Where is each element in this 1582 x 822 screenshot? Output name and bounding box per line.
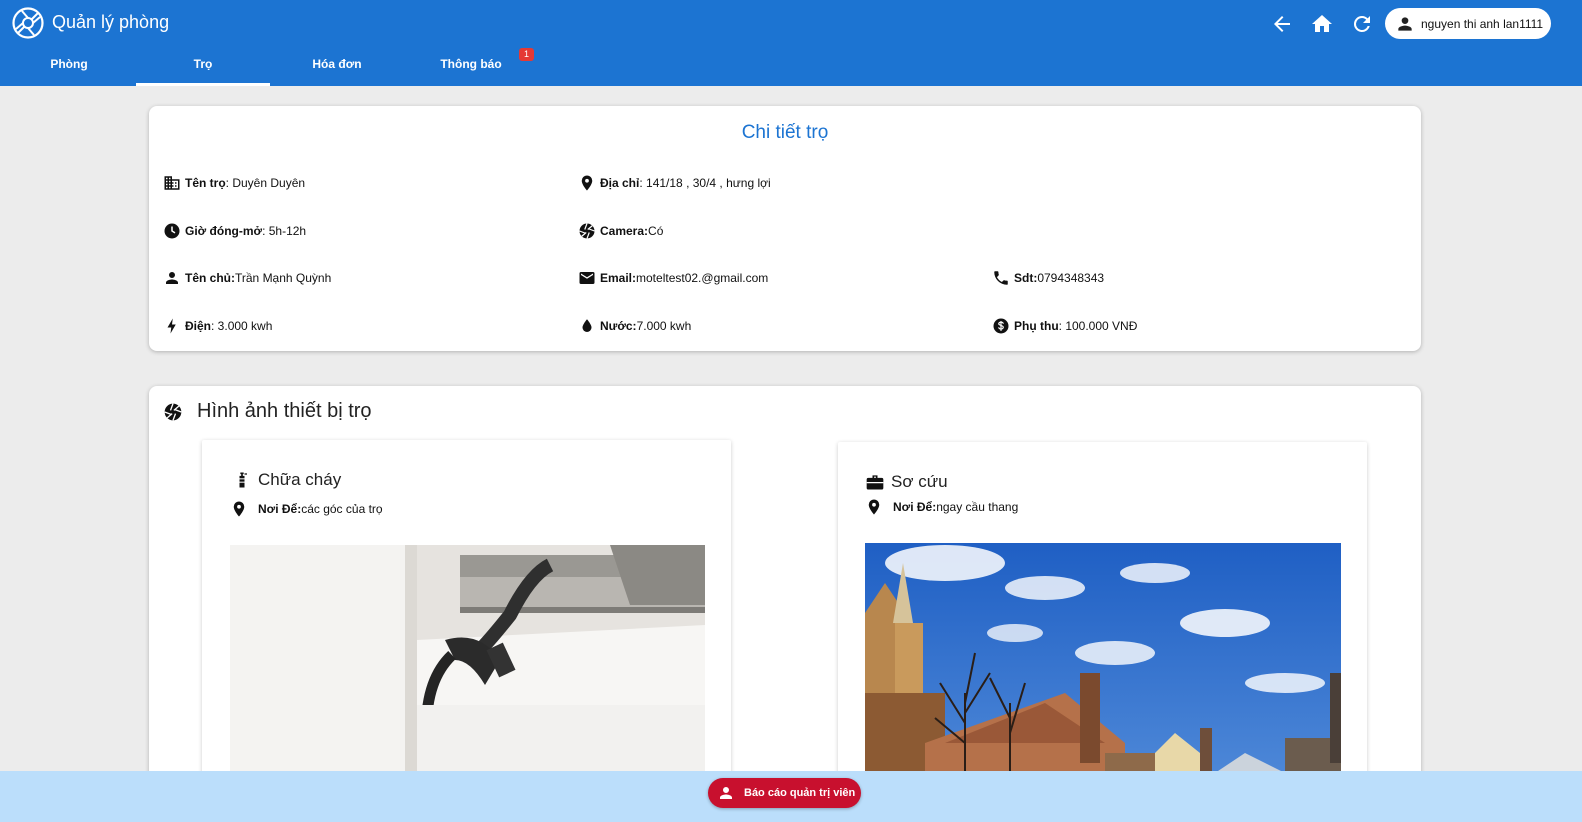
- equipment-card-first-aid: Sơ cứu Nơi Để: ngay cầu thang: [838, 442, 1367, 822]
- field-water: Nước: 7.000 kwh: [578, 317, 691, 335]
- location-pin-icon: [868, 499, 880, 515]
- person-icon: [1398, 16, 1412, 31]
- equipment-location: Nơi Để: ngay cầu thang: [865, 498, 1018, 516]
- tab-thong-bao[interactable]: Thông báo: [404, 50, 538, 86]
- building-icon: [164, 176, 180, 190]
- clock-icon: [164, 223, 180, 239]
- person-icon: [720, 787, 732, 799]
- person-icon: [166, 272, 178, 284]
- field-owner: Tên chủ: Trần Mạnh Quỳnh: [163, 269, 331, 287]
- logo-icon: [12, 7, 44, 39]
- motel-detail-card: Chi tiết trọ Tên trọ: Duyên Duyên Địa ch…: [149, 106, 1421, 351]
- equipment-card-fire-extinguisher: Chữa cháy Nơi Để: các góc của trọ: [202, 440, 731, 822]
- field-surcharge: Phụ thu: 100.000 VNĐ: [992, 317, 1137, 335]
- user-name: nguyen thi anh lan1111: [1421, 16, 1544, 31]
- email-icon: [579, 272, 595, 284]
- detail-title: Chi tiết trọ: [741, 122, 829, 143]
- app-title: Quản lý phòng: [52, 12, 170, 32]
- home-icon[interactable]: [1310, 12, 1334, 36]
- user-menu-button[interactable]: nguyen thi anh lan1111: [1385, 8, 1551, 39]
- camera-shutter-icon: [579, 223, 595, 239]
- camera-shutter-icon: [164, 402, 182, 421]
- refresh-icon[interactable]: [1350, 12, 1374, 36]
- location-pin-icon: [233, 501, 245, 517]
- phone-icon: [994, 271, 1008, 285]
- back-arrow-icon[interactable]: [1270, 12, 1294, 36]
- app-header: Quản lý phòng nguyen thi anh lan1111 Phò…: [0, 0, 1582, 86]
- fire-extinguisher-icon: [239, 472, 247, 488]
- dollar-icon: [993, 318, 1009, 334]
- field-motel-name: Tên trọ: Duyên Duyên: [163, 174, 305, 192]
- first-aid-kit-icon: [866, 475, 884, 490]
- tab-tro[interactable]: Trọ: [136, 50, 270, 86]
- report-admin-button[interactable]: Báo cáo quản trị viên: [708, 778, 861, 808]
- field-address: Địa chỉ: 141/18 , 30/4 , hưng lợi: [578, 174, 771, 192]
- equipment-images-card: Hình ảnh thiết bị trọ Chữa cháy Nơi Để: …: [149, 386, 1421, 822]
- bottom-bar: Báo cáo quản trị viên: [0, 771, 1582, 822]
- water-drop-icon: [582, 319, 592, 332]
- field-camera: Camera: Có: [578, 222, 663, 240]
- notification-badge: 1: [519, 48, 534, 61]
- location-pin-icon: [581, 175, 593, 191]
- field-phone: Sdt: 0794348343: [992, 269, 1104, 287]
- tab-phong[interactable]: Phòng: [2, 50, 136, 86]
- lightning-icon: [167, 318, 176, 334]
- tab-hoa-don[interactable]: Hóa đơn: [270, 50, 404, 86]
- equipment-section-title: Hình ảnh thiết bị trọ: [163, 400, 372, 423]
- field-electric: Điện: 3.000 kwh: [163, 317, 272, 335]
- equipment-name: Chữa cháy: [232, 470, 341, 490]
- field-email: Email: moteltest02.@gmail.com: [578, 269, 768, 287]
- equipment-location: Nơi Để: các góc của trọ: [230, 500, 383, 518]
- field-hours: Giờ đóng-mở: 5h-12h: [163, 222, 306, 240]
- equipment-name: Sơ cứu: [865, 472, 948, 492]
